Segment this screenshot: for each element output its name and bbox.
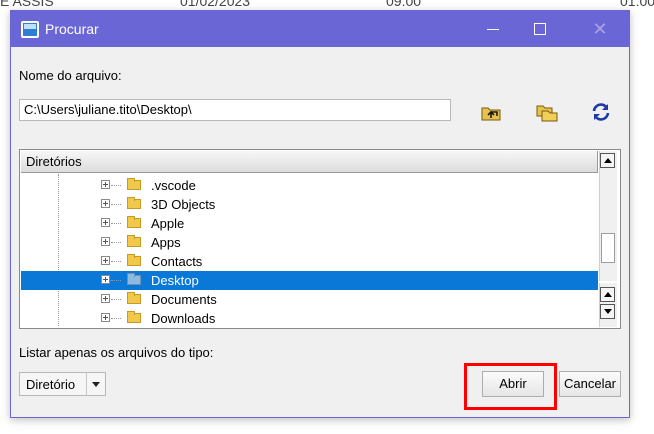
tree-item-apple[interactable]: Apple: [21, 214, 598, 233]
tree-item-label: Documents: [151, 292, 217, 307]
scroll-up-button[interactable]: [600, 153, 615, 168]
file-type-select[interactable]: Diretório: [19, 372, 106, 396]
refresh-icon: [589, 103, 613, 126]
chevron-down-icon[interactable]: [86, 373, 106, 395]
tree-item-label: 3D Objects: [151, 197, 216, 212]
close-button[interactable]: ✕: [577, 11, 623, 47]
folder-icon: [127, 235, 141, 247]
folder-icon: [127, 197, 141, 209]
tree-item-apps[interactable]: Apps: [21, 233, 598, 252]
tree-item-label: Desktop: [151, 273, 199, 288]
new-folder-button[interactable]: [535, 101, 559, 123]
tree-item-documents[interactable]: Documents: [21, 290, 598, 309]
directory-tree-header: Diretórios: [21, 151, 598, 173]
background-cell-duration: 01:00: [620, 0, 654, 9]
folder-up-button[interactable]: [479, 101, 503, 123]
dialog-title: Procurar: [45, 21, 99, 37]
tree-item-contacts[interactable]: Contacts: [21, 252, 598, 271]
tree-scrollbar-lower[interactable]: [599, 283, 617, 327]
file-name-label: Nome do arquivo:: [19, 68, 122, 83]
expand-icon[interactable]: [101, 218, 110, 227]
background-cell-time: 09:00: [386, 0, 422, 9]
directory-tree[interactable]: Diretórios .vscode 3D Objects Apple Apps…: [19, 149, 621, 329]
folder-icon: [127, 254, 141, 266]
tree-item-downloads[interactable]: Downloads: [21, 309, 598, 328]
tree-item-label: .vscode: [151, 178, 196, 193]
scroll-thumb[interactable]: [601, 233, 615, 263]
scroll-down-button[interactable]: [600, 304, 615, 319]
expand-icon[interactable]: [101, 294, 110, 303]
tree-item-desktop[interactable]: Desktop: [21, 271, 598, 290]
tree-item-label: Contacts: [151, 254, 203, 269]
browse-dialog: Procurar ✕ Nome do arquivo: C:\Users\jul…: [10, 10, 630, 418]
title-bar[interactable]: Procurar ✕: [11, 11, 629, 47]
highlight-box: [464, 363, 557, 410]
cancel-button[interactable]: Cancelar: [559, 371, 621, 397]
folder-icon: [127, 178, 141, 190]
file-type-value: Diretório: [26, 377, 76, 392]
refresh-button[interactable]: [589, 101, 613, 123]
folder-icon: [127, 216, 141, 228]
tree-item-label: Apps: [151, 235, 181, 250]
expand-icon[interactable]: [101, 237, 110, 246]
folder-icon: [127, 292, 141, 304]
new-folder-icon: [535, 105, 559, 126]
scroll-up-button-lower[interactable]: [600, 287, 615, 302]
window-icon: [21, 21, 39, 38]
expand-icon[interactable]: [101, 180, 110, 189]
expand-icon[interactable]: [101, 256, 110, 265]
expand-icon[interactable]: [101, 275, 110, 284]
tree-item-label: Downloads: [151, 311, 216, 326]
tree-item-label: Apple: [151, 216, 185, 231]
background-cell-date: 01/02/2023: [180, 0, 251, 9]
folder-icon: [127, 311, 141, 323]
tree-item-vscode[interactable]: .vscode: [21, 176, 598, 195]
background-cell-name: E ASSIS: [0, 0, 54, 9]
expand-icon[interactable]: [101, 199, 110, 208]
file-name-input[interactable]: C:\Users\juliane.tito\Desktop\: [19, 99, 451, 121]
maximize-button[interactable]: [517, 11, 563, 47]
expand-icon[interactable]: [101, 313, 110, 322]
folder-up-icon: [479, 107, 503, 126]
tree-item-3d-objects[interactable]: 3D Objects: [21, 195, 598, 214]
tree-scrollbar-upper[interactable]: [599, 151, 617, 281]
minimize-button[interactable]: [471, 11, 517, 47]
file-type-label: Listar apenas os arquivos do tipo:: [19, 345, 214, 360]
folder-icon: [127, 273, 141, 285]
